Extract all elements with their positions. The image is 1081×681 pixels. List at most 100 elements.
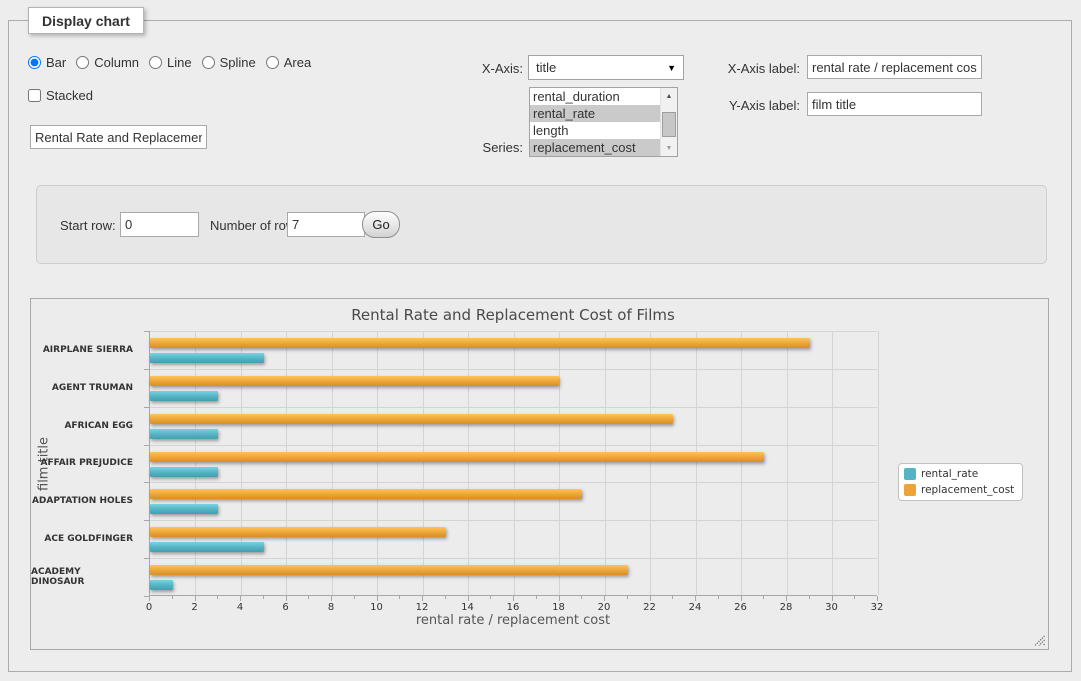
y-axis-tick — [144, 331, 149, 332]
series-option-rental-rate[interactable]: rental_rate — [530, 105, 660, 122]
scrollbar-thumb[interactable] — [662, 112, 676, 137]
chart-type-spline[interactable]: Spline — [202, 55, 256, 70]
x-tick-label: 16 — [507, 602, 520, 613]
chart-type-bar-radio[interactable] — [28, 56, 41, 69]
chart-type-options: Bar Column Line Spline Area — [28, 55, 311, 70]
gridline-vertical — [468, 331, 469, 595]
rental_rate-swatch-icon — [904, 468, 916, 480]
start-row-input[interactable] — [120, 212, 199, 237]
x-tick-label: 18 — [552, 602, 565, 613]
x-axis-select[interactable]: title ▼ — [528, 55, 684, 80]
gridline-horizontal — [150, 407, 877, 408]
legend-item-rental_rate[interactable]: rental_rate — [904, 468, 1014, 480]
go-button[interactable]: Go — [362, 211, 400, 238]
bar-replacement_cost — [150, 414, 673, 424]
y-axis-tick — [144, 407, 149, 408]
bar-rental_rate — [150, 504, 218, 514]
gridline-vertical — [787, 331, 788, 595]
display-chart-page: Display chart Bar Column Line Spline Are… — [0, 0, 1081, 681]
bar-replacement_cost — [150, 489, 582, 499]
x-axis-tick — [763, 596, 764, 599]
gridline-vertical — [832, 331, 833, 595]
series-options: rental_duration rental_rate length repla… — [530, 88, 660, 156]
bar-replacement_cost — [150, 376, 559, 386]
x-tick-label: 28 — [780, 602, 793, 613]
chart-type-column-label: Column — [94, 55, 139, 70]
y-axis-label-input[interactable] — [807, 92, 982, 116]
chart-type-line-radio[interactable] — [149, 56, 162, 69]
x-axis-tick — [536, 596, 537, 599]
x-tick-label: 20 — [598, 602, 611, 613]
chart: Rental Rate and Replacement Cost of Film… — [30, 298, 1049, 650]
number-of-rows-input[interactable] — [287, 212, 365, 237]
bar-replacement_cost — [150, 565, 628, 575]
x-axis-tick — [286, 596, 287, 601]
series-option-length[interactable]: length — [530, 122, 660, 139]
gridline-vertical — [696, 331, 697, 595]
chart-type-bar[interactable]: Bar — [28, 55, 66, 70]
x-tick-label: 6 — [282, 602, 288, 613]
y-axis-tick — [144, 445, 149, 446]
y-axis-tick — [144, 596, 149, 597]
legend-item-replacement_cost[interactable]: replacement_cost — [904, 484, 1014, 496]
stacked-checkbox[interactable] — [28, 89, 41, 102]
gridline-vertical — [878, 331, 879, 595]
x-axis-tick — [240, 596, 241, 601]
x-axis-label-input[interactable] — [807, 55, 982, 79]
chart-type-line[interactable]: Line — [149, 55, 192, 70]
x-axis-tick — [604, 596, 605, 601]
gridline-vertical — [514, 331, 515, 595]
x-axis-selected-value: title — [536, 60, 556, 75]
x-axis-tick — [263, 596, 264, 599]
chart-type-area-radio[interactable] — [266, 56, 279, 69]
x-tick-label: 10 — [370, 602, 383, 613]
bar-rental_rate — [150, 353, 264, 363]
gridline-horizontal — [150, 445, 877, 446]
bar-replacement_cost — [150, 338, 810, 348]
gridline-vertical — [423, 331, 424, 595]
chart-plot-area — [149, 331, 877, 596]
x-axis-tick — [786, 596, 787, 601]
chart-type-spline-label: Spline — [220, 55, 256, 70]
start-row-label: Start row: — [60, 218, 116, 233]
x-axis-tick — [195, 596, 196, 601]
resize-handle-icon[interactable] — [1034, 635, 1045, 646]
stacked-label: Stacked — [46, 88, 93, 103]
bar-replacement_cost — [150, 527, 446, 537]
gridline-vertical — [195, 331, 196, 595]
category-label: AIRPLANE SIERRA — [31, 331, 141, 369]
bar-replacement_cost — [150, 452, 764, 462]
chart-title: Rental Rate and Replacement Cost of Film… — [149, 306, 877, 324]
bar-rental_rate — [150, 580, 173, 590]
x-axis-tick — [377, 596, 378, 601]
x-axis-tick — [741, 596, 742, 601]
stacked-option[interactable]: Stacked — [28, 88, 93, 103]
chart-type-column[interactable]: Column — [76, 55, 139, 70]
category-label: ACADEMY DINOSAUR — [31, 558, 141, 596]
scroll-down-icon[interactable]: ▼ — [661, 141, 677, 155]
x-tick-label: 24 — [689, 602, 702, 613]
series-option-rental-duration[interactable]: rental_duration — [530, 88, 660, 105]
x-tick-label: 2 — [191, 602, 197, 613]
gridline-vertical — [286, 331, 287, 595]
chart-type-area[interactable]: Area — [266, 55, 311, 70]
x-tick-label: 4 — [237, 602, 243, 613]
x-tick-label: 8 — [328, 602, 334, 613]
gridline-vertical — [241, 331, 242, 595]
y-axis-tick — [144, 369, 149, 370]
x-tick-label: 30 — [825, 602, 838, 613]
x-axis-tick — [490, 596, 491, 599]
y-axis-tick — [144, 558, 149, 559]
x-axis-tick — [877, 596, 878, 601]
gridline-horizontal — [150, 482, 877, 483]
gridline-vertical — [741, 331, 742, 595]
series-option-replacement-cost[interactable]: replacement_cost — [530, 139, 660, 156]
x-tick-label: 26 — [734, 602, 747, 613]
chart-title-input[interactable] — [30, 125, 207, 149]
x-axis-tick — [718, 596, 719, 599]
category-label: AGENT TRUMAN — [31, 369, 141, 407]
chart-type-column-radio[interactable] — [76, 56, 89, 69]
x-axis-tick — [354, 596, 355, 599]
chart-type-spline-radio[interactable] — [202, 56, 215, 69]
chart-type-area-label: Area — [284, 55, 311, 70]
